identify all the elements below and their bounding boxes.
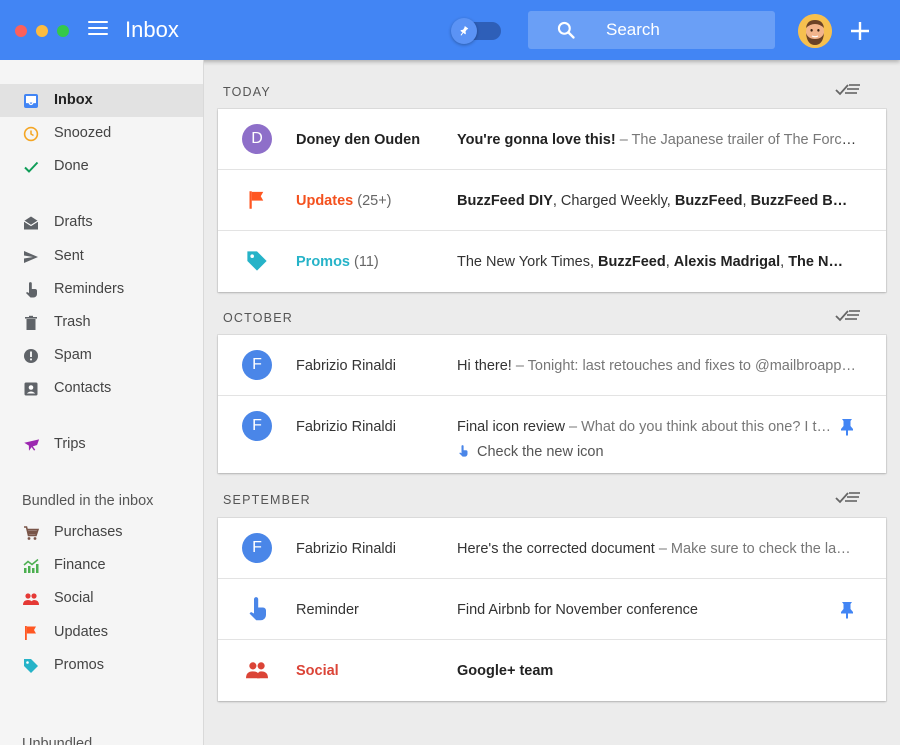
- send-icon: [22, 248, 40, 266]
- sender-name: Fabrizio Rinaldi: [296, 541, 396, 557]
- message-snippet: Final icon review – What do you think ab…: [457, 419, 831, 435]
- pinned-only-toggle[interactable]: [451, 18, 501, 44]
- sender-name: Doney den Ouden: [296, 132, 421, 148]
- sidebar-item-updates[interactable]: Updates: [0, 616, 203, 649]
- bundle-row-updates[interactable]: Updates (25+) BuzzFeed DIY, Charged Week…: [218, 170, 886, 231]
- page-title: Inbox: [125, 17, 179, 42]
- trash-icon: [22, 314, 40, 332]
- message-row[interactable]: F Fabrizio Rinaldi Hi there! – Tonight: …: [218, 335, 886, 396]
- sidebar-item-finance[interactable]: Finance: [0, 549, 203, 582]
- sweep-done-icon[interactable]: [835, 307, 861, 325]
- window-close-button[interactable]: [15, 25, 27, 37]
- avatar: F: [242, 350, 272, 380]
- avatar: D: [242, 124, 272, 154]
- search-input[interactable]: [606, 20, 766, 40]
- group-card-september: F Fabrizio Rinaldi Here's the corrected …: [218, 518, 886, 701]
- hamburger-menu-icon[interactable]: [88, 21, 108, 39]
- bundle-name: Social: [296, 663, 339, 679]
- window-minimize-button[interactable]: [36, 25, 48, 37]
- sidebar-item-trips[interactable]: Trips: [0, 428, 203, 461]
- window-zoom-button[interactable]: [57, 25, 69, 37]
- finance-icon: [22, 557, 40, 575]
- bundle-row-promos[interactable]: Promos (11) The New York Times, BuzzFeed…: [218, 231, 886, 292]
- group-card-today: D Doney den Ouden You're gonna love this…: [218, 109, 886, 292]
- sender-name: Fabrizio Rinaldi: [296, 358, 396, 374]
- avatar: F: [242, 533, 272, 563]
- compose-plus-icon[interactable]: [848, 19, 872, 43]
- sidebar-item-spam[interactable]: Spam: [0, 339, 203, 372]
- cart-icon: [22, 524, 40, 542]
- unbundled-section-title: Unbundled: [22, 736, 93, 745]
- message-snippet: BuzzFeed DIY, Charged Weekly, BuzzFeed, …: [457, 193, 848, 209]
- flag-icon: [242, 185, 272, 215]
- pin-icon[interactable]: [840, 418, 854, 436]
- bundle-name: Updates (25+): [296, 193, 392, 209]
- tag-icon: [242, 246, 272, 276]
- message-snippet: Hi there! – Tonight: last retouches and …: [457, 358, 856, 374]
- group-header-september: SEPTEMBER: [223, 493, 311, 507]
- message-snippet: Find Airbnb for November conference: [457, 602, 698, 618]
- message-snippet: Here's the corrected document – Make sur…: [457, 541, 851, 557]
- social-icon: [242, 655, 272, 685]
- message-row[interactable]: F Fabrizio Rinaldi Here's the corrected …: [218, 518, 886, 579]
- clock-icon: [22, 125, 40, 143]
- search-bar[interactable]: [528, 11, 775, 49]
- pin-icon: [451, 18, 477, 44]
- spam-icon: [22, 347, 40, 365]
- reminder-row[interactable]: Reminder Find Airbnb for November confer…: [218, 579, 886, 640]
- message-row[interactable]: F Fabrizio Rinaldi Final icon review – W…: [218, 396, 886, 473]
- group-card-october: F Fabrizio Rinaldi Hi there! – Tonight: …: [218, 335, 886, 473]
- drafts-icon: [22, 214, 40, 232]
- reminder-chip[interactable]: Check the new icon: [457, 444, 604, 460]
- sidebar-item-drafts[interactable]: Drafts: [0, 206, 203, 239]
- sidebar-item-snoozed[interactable]: Snoozed: [0, 117, 203, 150]
- reminder-hand-icon: [459, 445, 468, 457]
- sender-name: Reminder: [296, 602, 359, 618]
- social-icon: [22, 590, 40, 608]
- sidebar-item-sent[interactable]: Sent: [0, 240, 203, 273]
- message-snippet: The New York Times, BuzzFeed, Alexis Mad…: [457, 254, 843, 270]
- contacts-icon: [22, 380, 40, 398]
- user-avatar[interactable]: [798, 14, 832, 48]
- message-row[interactable]: D Doney den Ouden You're gonna love this…: [218, 109, 886, 170]
- group-header-today: TODAY: [223, 85, 271, 99]
- sidebar-item-inbox[interactable]: Inbox: [0, 84, 203, 117]
- reminder-hand-icon: [242, 594, 272, 624]
- group-header-october: OCTOBER: [223, 311, 293, 325]
- sidebar: Inbox Snoozed Done Drafts Sent Reminders: [0, 60, 204, 745]
- reminder-hand-icon: [22, 281, 40, 299]
- sidebar-item-trash[interactable]: Trash: [0, 306, 203, 339]
- sidebar-item-reminders[interactable]: Reminders: [0, 273, 203, 306]
- flag-icon: [22, 624, 40, 642]
- tag-icon: [22, 657, 40, 675]
- message-list: TODAY D Doney den Ouden You're gonna lov…: [205, 60, 900, 745]
- sidebar-item-social[interactable]: Social: [0, 582, 203, 615]
- app-header: Inbox: [0, 0, 900, 60]
- inbox-icon: [22, 92, 40, 110]
- bundled-section-title: Bundled in the inbox: [22, 493, 154, 509]
- message-snippet: You're gonna love this! – The Japanese t…: [457, 132, 862, 148]
- bundle-name: Promos (11): [296, 254, 379, 270]
- message-snippet: Google+ team: [457, 663, 554, 679]
- check-icon: [22, 158, 40, 176]
- sweep-done-icon[interactable]: [835, 489, 861, 507]
- pin-icon[interactable]: [840, 601, 854, 619]
- airplane-icon: [22, 436, 40, 454]
- sidebar-item-contacts[interactable]: Contacts: [0, 372, 203, 405]
- bundle-row-social[interactable]: Social Google+ team: [218, 640, 886, 701]
- search-icon: [557, 21, 575, 39]
- avatar: F: [242, 411, 272, 441]
- sidebar-item-purchases[interactable]: Purchases: [0, 516, 203, 549]
- sidebar-item-done[interactable]: Done: [0, 150, 203, 183]
- sidebar-item-promos[interactable]: Promos: [0, 649, 203, 682]
- sender-name: Fabrizio Rinaldi: [296, 419, 396, 435]
- sweep-done-icon[interactable]: [835, 81, 861, 99]
